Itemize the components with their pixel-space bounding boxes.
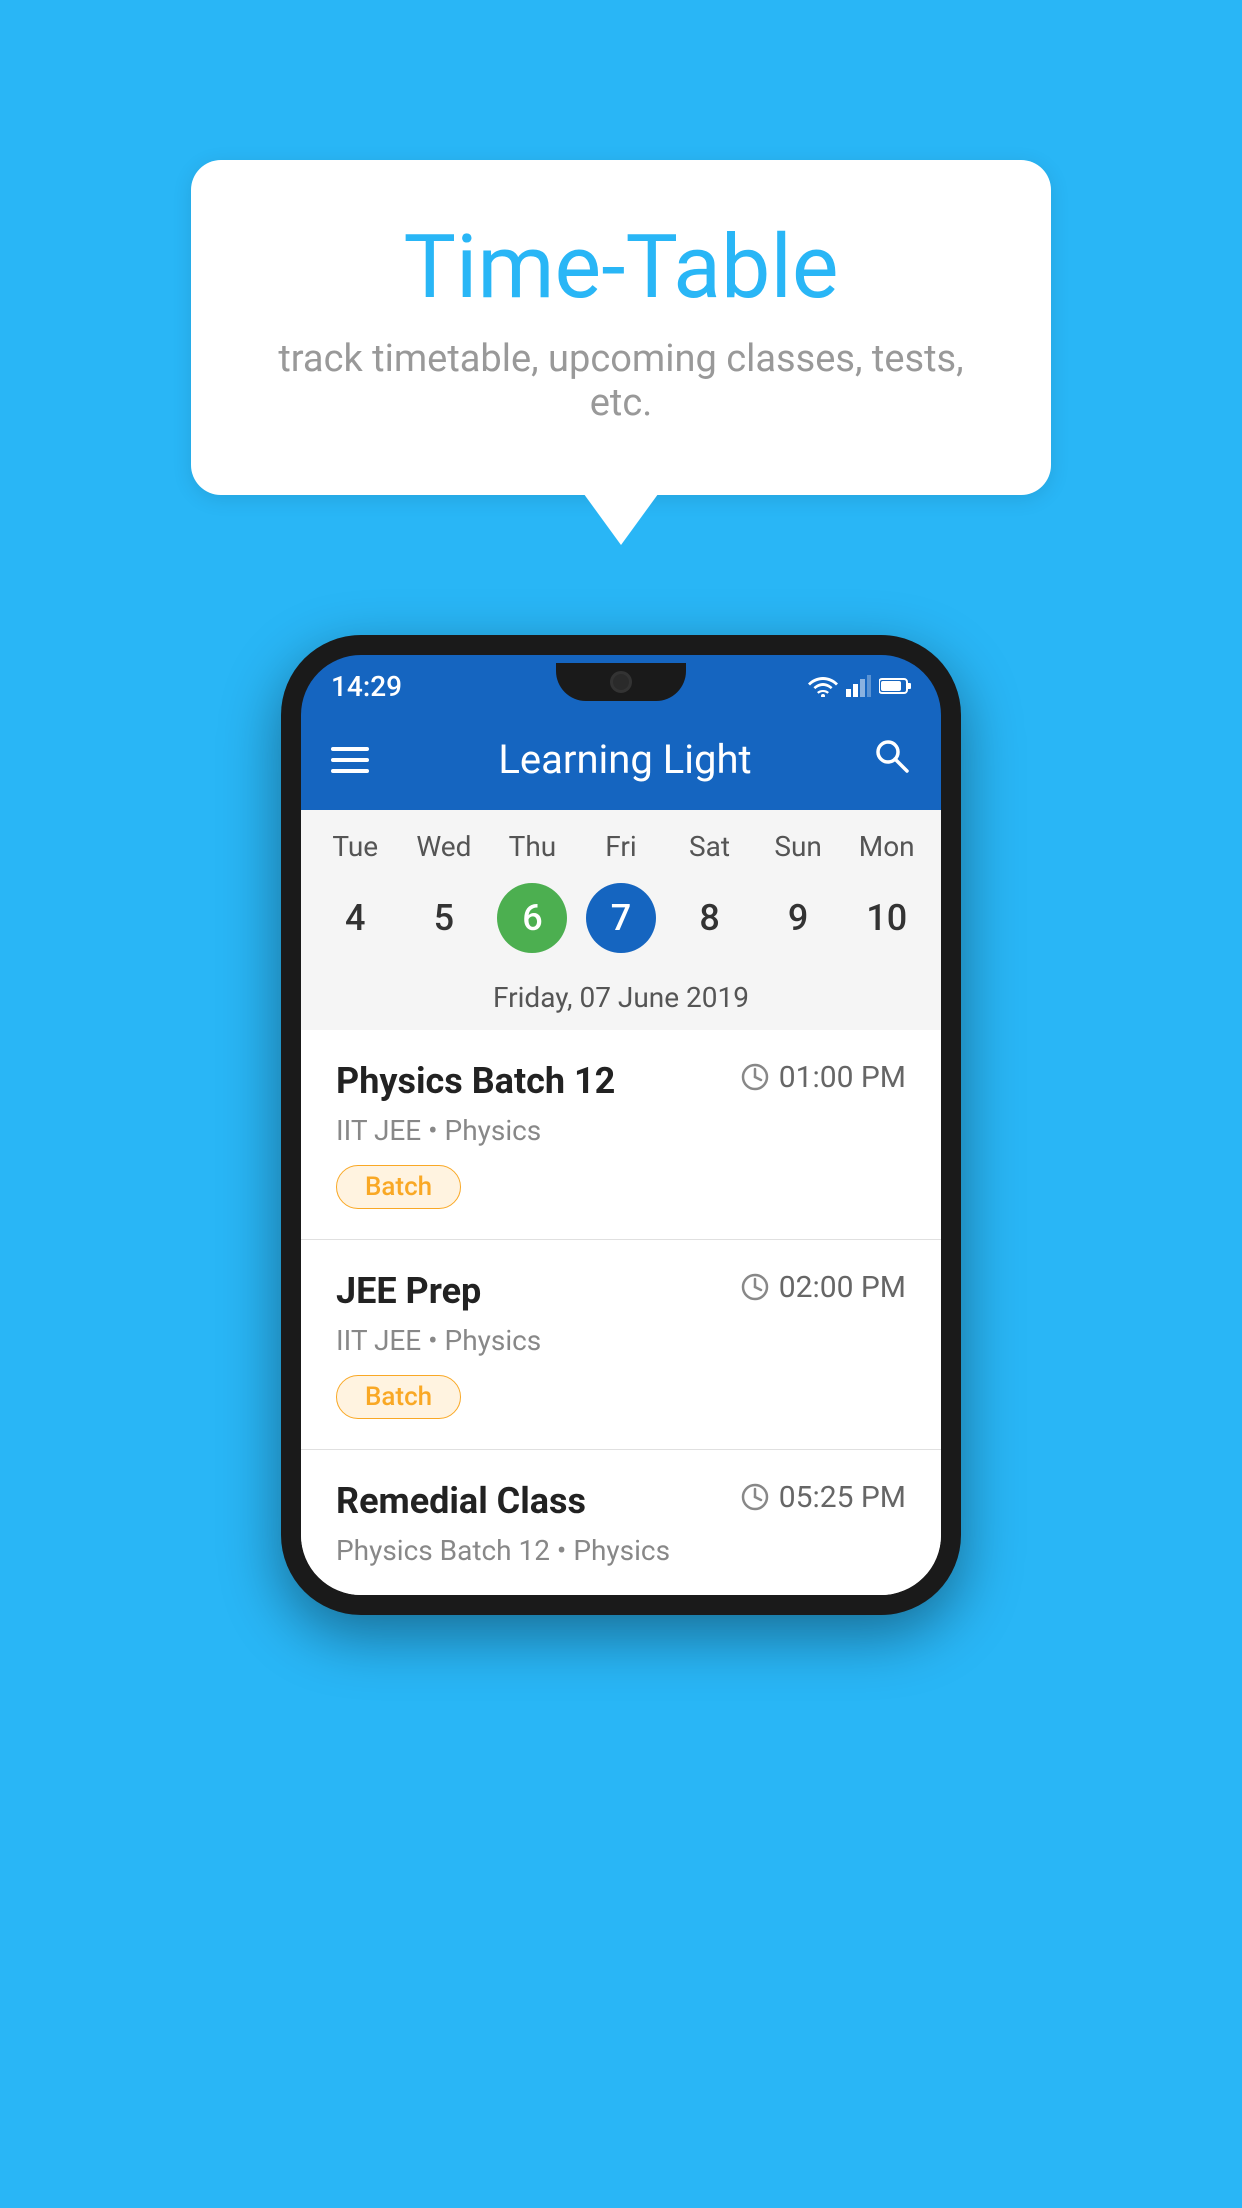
schedule-item-1[interactable]: Physics Batch 12 01:00 PM IIT JEE • Phys… — [301, 1030, 941, 1240]
schedule-item-3-header: Remedial Class 05:25 PM — [336, 1480, 906, 1522]
schedule-time-3: 05:25 PM — [741, 1480, 906, 1515]
schedule-item-3[interactable]: Remedial Class 05:25 PM Physics Batch 12… — [301, 1450, 941, 1595]
phone-frame: 14:29 — [281, 635, 961, 1615]
search-icon[interactable] — [871, 735, 911, 785]
day-label-mon: Mon — [842, 830, 931, 863]
date-cell-4[interactable]: 4 — [311, 878, 400, 958]
date-number-6-today: 6 — [497, 883, 567, 953]
schedule-time-1: 01:00 PM — [741, 1060, 906, 1095]
date-number-9: 9 — [763, 883, 833, 953]
app-bar: Learning Light — [301, 710, 941, 810]
phone-camera — [610, 671, 632, 693]
schedule-title-2: JEE Prep — [336, 1270, 481, 1312]
schedule-meta-3: Physics Batch 12 • Physics — [336, 1534, 906, 1567]
status-icons — [808, 675, 911, 697]
schedule-time-2: 02:00 PM — [741, 1270, 906, 1305]
signal-icon — [846, 675, 871, 697]
schedule-meta-2: IIT JEE • Physics — [336, 1324, 906, 1357]
phone-screen: 14:29 — [301, 655, 941, 1595]
phone-mockup: 14:29 — [281, 635, 961, 1615]
schedule-time-text-3: 05:25 PM — [779, 1480, 906, 1515]
schedule-time-text-2: 02:00 PM — [779, 1270, 906, 1305]
schedule-item-2-header: JEE Prep 02:00 PM — [336, 1270, 906, 1312]
date-number-10: 10 — [852, 883, 922, 953]
phone-notch — [556, 663, 686, 701]
date-cell-8[interactable]: 8 — [665, 878, 754, 958]
batch-badge-2: Batch — [336, 1375, 461, 1419]
batch-badge-1: Batch — [336, 1165, 461, 1209]
date-cell-9[interactable]: 9 — [754, 878, 843, 958]
day-label-sat: Sat — [665, 830, 754, 863]
bubble-title: Time-Table — [271, 220, 971, 317]
app-title: Learning Light — [409, 736, 841, 783]
schedule-time-text-1: 01:00 PM — [779, 1060, 906, 1095]
calendar-section: Tue Wed Thu Fri Sat Sun Mon 4 5 — [301, 810, 941, 1030]
clock-icon-1 — [741, 1063, 769, 1091]
date-cell-6[interactable]: 6 — [488, 878, 577, 958]
date-number-4: 4 — [320, 883, 390, 953]
day-label-tue: Tue — [311, 830, 400, 863]
schedule-title-1: Physics Batch 12 — [336, 1060, 615, 1102]
schedule-meta-1: IIT JEE • Physics — [336, 1114, 906, 1147]
day-label-wed: Wed — [400, 830, 489, 863]
date-cell-5[interactable]: 5 — [400, 878, 489, 958]
bubble-subtitle: track timetable, upcoming classes, tests… — [271, 337, 971, 425]
speech-bubble-area: Time-Table track timetable, upcoming cla… — [0, 0, 1242, 495]
date-cell-7[interactable]: 7 — [577, 878, 666, 958]
calendar-days-header: Tue Wed Thu Fri Sat Sun Mon — [301, 810, 941, 873]
date-number-7-selected: 7 — [586, 883, 656, 953]
status-time: 14:29 — [331, 670, 402, 703]
date-number-5: 5 — [409, 883, 479, 953]
wifi-icon — [808, 675, 838, 697]
calendar-dates: 4 5 6 7 8 9 — [301, 873, 941, 973]
selected-date-label: Friday, 07 June 2019 — [301, 973, 941, 1030]
battery-icon — [879, 677, 911, 695]
schedule-item-1-header: Physics Batch 12 01:00 PM — [336, 1060, 906, 1102]
speech-bubble: Time-Table track timetable, upcoming cla… — [191, 160, 1051, 495]
clock-icon-2 — [741, 1273, 769, 1301]
date-cell-10[interactable]: 10 — [842, 878, 931, 958]
schedule-list: Physics Batch 12 01:00 PM IIT JEE • Phys… — [301, 1030, 941, 1595]
schedule-item-2[interactable]: JEE Prep 02:00 PM IIT JEE • Physics Batc… — [301, 1240, 941, 1450]
day-label-fri: Fri — [577, 830, 666, 863]
schedule-title-3: Remedial Class — [336, 1480, 586, 1522]
hamburger-icon[interactable] — [331, 747, 369, 773]
date-number-8: 8 — [675, 883, 745, 953]
day-label-sun: Sun — [754, 830, 843, 863]
clock-icon-3 — [741, 1483, 769, 1511]
day-label-thu: Thu — [488, 830, 577, 863]
